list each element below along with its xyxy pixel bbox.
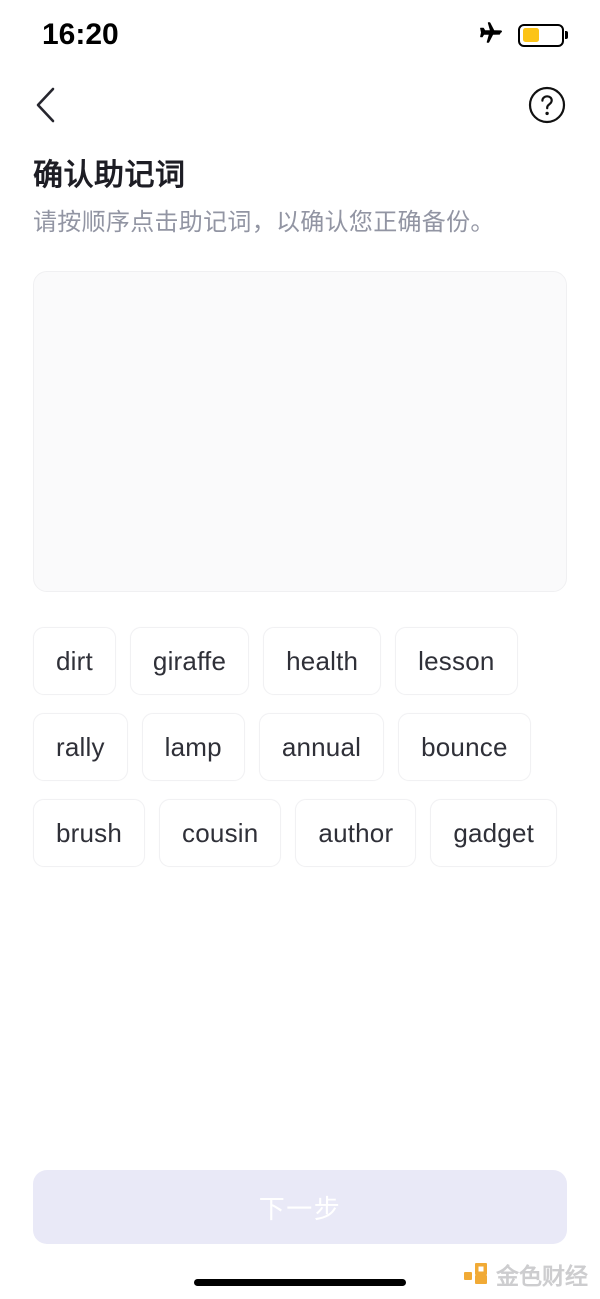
home-indicator — [194, 1279, 406, 1286]
word-chip[interactable]: gadget — [430, 799, 558, 867]
watermark-text: 金色财经 — [496, 1263, 588, 1289]
word-chip[interactable]: bounce — [398, 713, 531, 781]
chevron-left-icon — [33, 86, 57, 127]
word-chip[interactable]: giraffe — [129, 627, 250, 695]
airplane-mode-icon — [477, 19, 504, 51]
word-chip[interactable]: lesson — [395, 627, 518, 695]
jinse-finance-logo-icon — [463, 1262, 489, 1291]
page-title: 确认助记词 — [33, 159, 186, 192]
word-chip[interactable]: brush — [33, 799, 146, 867]
word-chip[interactable]: author — [295, 799, 417, 867]
battery-icon — [518, 23, 564, 47]
word-chip[interactable]: lamp — [141, 713, 245, 781]
word-chip[interactable]: health — [263, 627, 382, 695]
next-button[interactable]: 下一步 — [33, 1170, 567, 1244]
selected-words-panel[interactable] — [33, 271, 567, 592]
word-pool: dirt giraffe health lesson rally lamp annual bo… — [33, 627, 567, 867]
page-subtitle: 请按顺序点击助记词，以确认您正确备份。 — [33, 208, 495, 236]
word-chip[interactable]: dirt — [33, 627, 116, 695]
watermark: 金色财经 — [463, 1262, 588, 1291]
word-chip[interactable]: rally — [33, 713, 128, 781]
navigation-bar — [0, 78, 600, 134]
status-bar-indicators — [477, 19, 564, 51]
help-button[interactable] — [527, 86, 567, 126]
word-chip[interactable]: cousin — [159, 799, 282, 867]
phone-screen: 16:20 确认助记词 请按顺序点击助记词，以确认您正确备份。 dirt gir… — [0, 0, 600, 1299]
header-block: 确认助记词 请按顺序点击助记词，以确认您正确备份。 — [33, 157, 567, 238]
word-chip[interactable]: annual — [258, 713, 385, 781]
status-bar: 16:20 — [0, 0, 600, 70]
status-bar-time: 16:20 — [42, 18, 119, 51]
back-button[interactable] — [33, 84, 77, 128]
question-mark-circle-icon — [528, 86, 566, 127]
